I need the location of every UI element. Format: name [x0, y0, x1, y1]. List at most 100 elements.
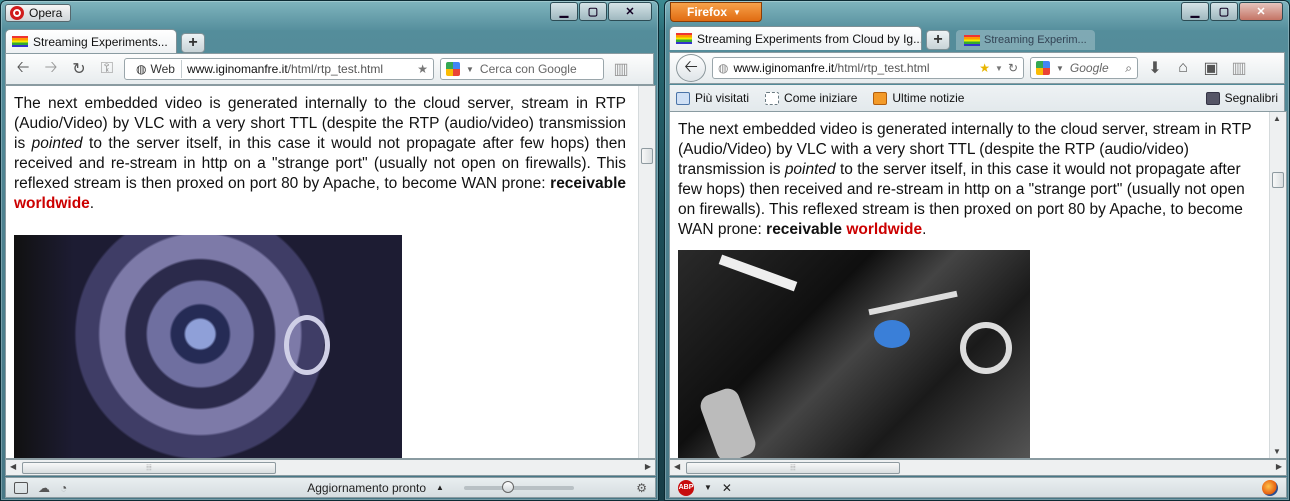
- address-host: www.iginomanfre.it: [733, 61, 835, 75]
- scroll-left-arrow-icon[interactable]: ◀: [10, 462, 16, 471]
- firefox-address-field[interactable]: ◍ www.iginomanfre.it/html/rtp_test.html …: [712, 57, 1024, 79]
- firefox-tab-active[interactable]: Streaming Experiments from Cloud by Ig..…: [669, 26, 922, 50]
- firefox-search-field[interactable]: ▼ Google ⌕: [1030, 57, 1138, 79]
- back-arrow-icon[interactable]: 🡠: [676, 54, 706, 82]
- bookmark-label: Come iniziare: [784, 91, 858, 105]
- reload-icon[interactable]: ↻: [68, 58, 90, 80]
- tab-close-icon[interactable]: ✕: [175, 35, 176, 49]
- globe-icon: ◍: [718, 61, 729, 75]
- opera-navigation-bar: 🡠 🡢 ↻ ⚿ ◍ Web www.iginomanfre.it/html/rt…: [5, 53, 654, 85]
- opera-vertical-scrollbar[interactable]: [638, 86, 655, 458]
- speed-dial-icon[interactable]: ▥: [1228, 57, 1250, 79]
- opera-window: Opera ▁ ▢ ✕ Streaming Experiments... ✕ +…: [0, 0, 659, 501]
- firefox-vertical-scrollbar[interactable]: ▲ ▼: [1269, 112, 1286, 458]
- opera-horizontal-scrollbar[interactable]: ◀ ⦙⦙⦙ ▶: [5, 459, 656, 476]
- video-ball-detail: [874, 320, 910, 348]
- dropdown-arrow-icon[interactable]: ▼: [995, 64, 1003, 73]
- bookmark-folder-icon: [676, 91, 690, 105]
- close-button[interactable]: ✕: [1239, 2, 1283, 21]
- close-button[interactable]: ✕: [608, 2, 652, 21]
- new-tab-button[interactable]: +: [181, 33, 205, 53]
- firefox-window: Firefox ▼ ▁ ▢ ✕ Streaming Experiments fr…: [664, 0, 1290, 501]
- web-badge-label: Web: [150, 62, 175, 76]
- screenshot-icon[interactable]: ▣: [1200, 57, 1222, 79]
- firefox-tab-title: Streaming Experiments from Cloud by Ig..…: [697, 31, 922, 46]
- star-icon[interactable]: ★: [979, 61, 990, 75]
- new-tab-button[interactable]: +: [926, 30, 950, 50]
- dropdown-arrow-icon[interactable]: ▼: [1056, 64, 1064, 73]
- paragraph-period: .: [922, 221, 927, 238]
- minimize-button[interactable]: ▁: [1181, 2, 1209, 21]
- firefox-menu-button[interactable]: Firefox ▼: [670, 2, 762, 22]
- search-icon[interactable]: ⌕: [1125, 61, 1132, 76]
- vertical-scroll-thumb[interactable]: [1272, 172, 1284, 188]
- opera-logo-icon: [10, 6, 24, 20]
- search-placeholder: Google: [1069, 61, 1109, 75]
- status-up-arrow-icon[interactable]: ▲: [436, 483, 444, 492]
- globe-icon: ◍: [136, 62, 147, 76]
- paragraph-text-2: to the server itself, in this case it wo…: [14, 135, 626, 192]
- address-host: www.iginomanfre.it: [186, 62, 288, 76]
- bookmarks-menu-button[interactable]: Segnalibri: [1205, 91, 1278, 105]
- maximize-button[interactable]: ▢: [579, 2, 607, 21]
- bookmarks-toolbar: Più visitati Come iniziare Ultime notizi…: [669, 85, 1285, 111]
- worldwide-highlight: worldwide: [14, 195, 90, 212]
- cloud-icon[interactable]: ☁: [38, 481, 50, 495]
- scroll-up-arrow-icon[interactable]: ▲: [1273, 114, 1281, 123]
- opera-status-bar: ☁ ◔ Aggiornamento pronto ▲ ⚙: [5, 477, 656, 498]
- home-icon[interactable]: ⌂: [1172, 57, 1194, 79]
- bookmark-most-visited[interactable]: Più visitati: [676, 91, 749, 105]
- firefox-logo-icon: [1262, 479, 1278, 496]
- close-add-on-bar-icon[interactable]: ✕: [722, 481, 732, 495]
- dropdown-arrow-icon[interactable]: ▼: [466, 65, 474, 74]
- opera-tab-active[interactable]: Streaming Experiments... ✕: [5, 29, 177, 53]
- firefox-add-on-bar: ABP ▼ ✕: [669, 477, 1287, 498]
- scroll-left-arrow-icon[interactable]: ◀: [674, 462, 680, 471]
- key-icon[interactable]: ⚿: [96, 58, 118, 80]
- panel-toggle-icon[interactable]: [14, 481, 28, 494]
- horizontal-scroll-thumb[interactable]: ⦙⦙⦙: [686, 462, 900, 474]
- rainbow-favicon-icon: [12, 36, 28, 47]
- bookmark-label: Più visitati: [695, 91, 750, 105]
- address-path: /html/rtp_test.html: [287, 62, 384, 76]
- receivable-bold: receivable: [550, 175, 626, 192]
- zoom-slider-knob[interactable]: [501, 480, 514, 493]
- dropdown-arrow-icon[interactable]: ▼: [704, 483, 712, 492]
- address-path: /html/rtp_test.html: [834, 61, 930, 75]
- adblock-plus-icon[interactable]: ABP: [678, 479, 694, 496]
- opera-page-viewport: The next embedded video is generated int…: [5, 85, 656, 459]
- opera-address-field[interactable]: ◍ Web www.iginomanfre.it/html/rtp_test.h…: [124, 58, 434, 80]
- embedded-video[interactable]: [678, 250, 1030, 458]
- firefox-background-tab[interactable]: Streaming Experim...: [956, 30, 1095, 50]
- speedometer-icon[interactable]: ◔: [60, 481, 67, 495]
- scroll-right-arrow-icon[interactable]: ▶: [1276, 462, 1282, 471]
- bookmark-label: Ultime notizie: [892, 91, 965, 105]
- web-badge[interactable]: ◍ Web: [130, 60, 182, 78]
- download-arrow-icon[interactable]: ⬇: [1144, 57, 1166, 79]
- bookmark-latest-news[interactable]: Ultime notizie: [873, 91, 964, 105]
- opera-menu-button[interactable]: Opera: [5, 4, 72, 22]
- embedded-video[interactable]: [14, 235, 402, 458]
- zoom-settings-icon[interactable]: ⚙: [636, 481, 647, 495]
- speed-dial-icon[interactable]: ▥: [610, 58, 632, 80]
- bookmark-getting-started[interactable]: Come iniziare: [765, 91, 857, 105]
- opera-search-field[interactable]: ▼ Cerca con Google: [440, 58, 604, 80]
- opera-window-controls: ▁ ▢ ✕: [550, 2, 652, 21]
- back-arrow-icon[interactable]: 🡠: [12, 58, 34, 80]
- horizontal-scroll-thumb[interactable]: ⦙⦙⦙: [22, 462, 276, 474]
- star-icon[interactable]: ★: [417, 62, 428, 76]
- maximize-button[interactable]: ▢: [1210, 2, 1238, 21]
- forward-arrow-icon[interactable]: 🡢: [40, 58, 62, 80]
- bookmarks-menu-label: Segnalibri: [1224, 91, 1278, 105]
- minimize-button[interactable]: ▁: [550, 2, 578, 21]
- worldwide-highlight: worldwide: [846, 221, 923, 238]
- page-paragraph: The next embedded video is generated int…: [678, 120, 1254, 240]
- firefox-horizontal-scrollbar[interactable]: ◀ ⦙⦙⦙ ▶: [669, 459, 1287, 476]
- zoom-slider[interactable]: [463, 480, 574, 493]
- vertical-scroll-thumb[interactable]: [641, 148, 653, 164]
- opera-tab-title: Streaming Experiments...: [33, 34, 168, 49]
- scroll-down-arrow-icon[interactable]: ▼: [1273, 447, 1281, 456]
- background-tab-title: Streaming Experim...: [984, 34, 1087, 46]
- scroll-right-arrow-icon[interactable]: ▶: [645, 462, 651, 471]
- reload-icon[interactable]: ↻: [1008, 61, 1018, 75]
